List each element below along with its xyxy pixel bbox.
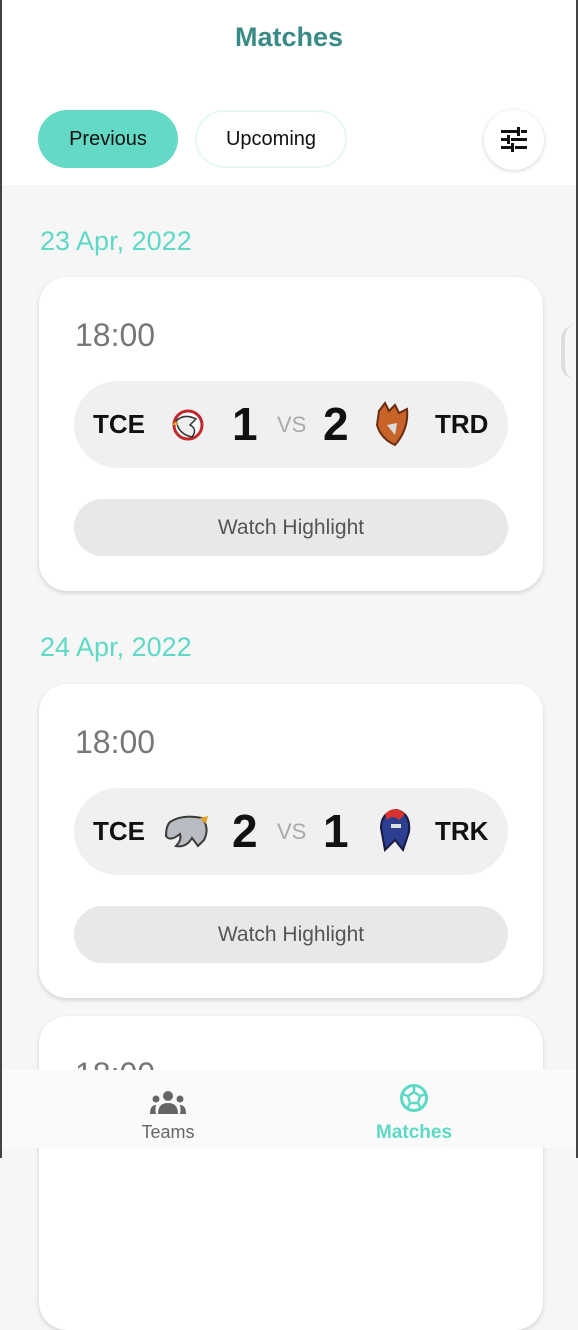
nav-teams-label: Teams	[141, 1122, 195, 1142]
match-card: 18:00 TCE 2 VS 1 TRK Watch Highlight	[39, 684, 543, 998]
tab-previous[interactable]: Previous	[38, 110, 178, 168]
scroll-indicator[interactable]	[561, 325, 575, 379]
home-score: 1	[232, 398, 258, 450]
away-score: 1	[323, 805, 349, 857]
header: Matches Previous Upcoming	[2, 0, 576, 185]
match-time: 18:00	[75, 317, 156, 353]
match-time: 18:00	[75, 724, 156, 760]
dragon-logo-icon	[375, 401, 409, 447]
soccer-ball-icon	[400, 1084, 428, 1112]
eagle-logo-icon	[172, 409, 204, 441]
nav-matches[interactable]: Matches	[314, 1070, 514, 1148]
bottom-nav: Teams Matches	[2, 1070, 576, 1148]
nav-matches-label: Matches	[375, 1122, 453, 1143]
away-team-code: TRK	[435, 816, 489, 846]
watch-highlight-button[interactable]: Watch Highlight	[74, 906, 508, 963]
filter-button[interactable]	[484, 110, 544, 170]
match-date: 23 Apr, 2022	[40, 226, 192, 256]
page-title: Matches	[234, 22, 344, 52]
vs-label: VS	[277, 819, 307, 844]
away-score: 2	[323, 398, 349, 450]
nav-teams[interactable]: Teams	[68, 1070, 268, 1148]
away-team-code: TRD	[435, 409, 489, 439]
match-date: 24 Apr, 2022	[40, 632, 192, 662]
groups-icon	[150, 1091, 186, 1114]
elephant-logo-icon	[164, 815, 208, 848]
scoreboard: TCE 2 VS 1 TRK	[74, 788, 508, 875]
scoreboard: TCE 1 VS 2 TRD	[74, 381, 508, 468]
vs-label: VS	[277, 412, 307, 437]
match-card: 18:00	[39, 1016, 543, 1330]
home-team-code: TCE	[93, 816, 145, 846]
tab-upcoming[interactable]: Upcoming	[195, 110, 347, 168]
spartan-logo-icon	[379, 808, 411, 853]
home-team-code: TCE	[93, 409, 145, 439]
home-score: 2	[232, 805, 258, 857]
match-card: 18:00 TCE 1 VS 2 TRD Watch Highlight	[39, 277, 543, 591]
watch-highlight-button[interactable]: Watch Highlight	[74, 499, 508, 556]
tune-icon	[501, 127, 527, 152]
